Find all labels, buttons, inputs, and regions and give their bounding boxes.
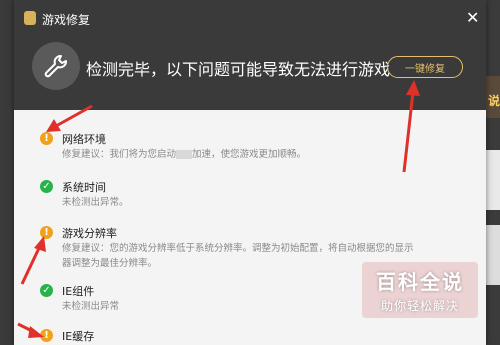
- watermark-title: 百科全说: [376, 270, 464, 294]
- item-title: 系统时间: [62, 181, 106, 194]
- scan-result-headline: 检测完毕，以下问题可能导致无法进行游戏: [86, 60, 391, 79]
- wrench-icon: [32, 42, 80, 90]
- warning-icon: !: [40, 132, 53, 145]
- check-icon: ✓: [40, 180, 53, 193]
- item-desc: 修复建议：我们将为您启动 加速，使您游戏更加顺畅。: [62, 147, 422, 162]
- item-title: IE组件: [62, 285, 95, 298]
- item-title: IE缓存: [62, 330, 95, 343]
- one-click-fix-button[interactable]: 一键修复: [387, 56, 463, 78]
- check-icon: ✓: [40, 284, 53, 297]
- watermark-subtitle: 助你轻松解决: [380, 299, 459, 313]
- watermark: 百科全说 助你轻松解决: [366, 266, 474, 314]
- item-desc-text: 修复建议：我们将为您启动: [62, 149, 177, 160]
- close-icon[interactable]: ✕: [466, 10, 479, 26]
- redacted-text: [176, 150, 193, 159]
- warning-icon: !: [40, 226, 53, 239]
- item-title: 游戏分辨率: [62, 227, 117, 240]
- dialog-header: 游戏修复 ✕ 检测完毕，以下问题可能导致无法进行游戏 一键修复: [14, 0, 486, 110]
- background-image: [486, 225, 500, 285]
- background-app-left: [0, 0, 14, 345]
- app-logo-icon: [24, 11, 36, 25]
- dialog-title: 游戏修复: [42, 13, 91, 27]
- background-text: 说: [488, 94, 500, 108]
- warning-icon: !: [40, 329, 53, 342]
- item-desc: 未检测出异常。: [62, 197, 129, 208]
- title-bar: 游戏修复 ✕: [14, 0, 486, 36]
- background-image: [486, 150, 500, 210]
- item-desc-text: 加速，使您游戏更加顺畅。: [192, 149, 307, 160]
- background-app-right: 说: [486, 0, 500, 345]
- item-title: 网络环境: [62, 133, 106, 146]
